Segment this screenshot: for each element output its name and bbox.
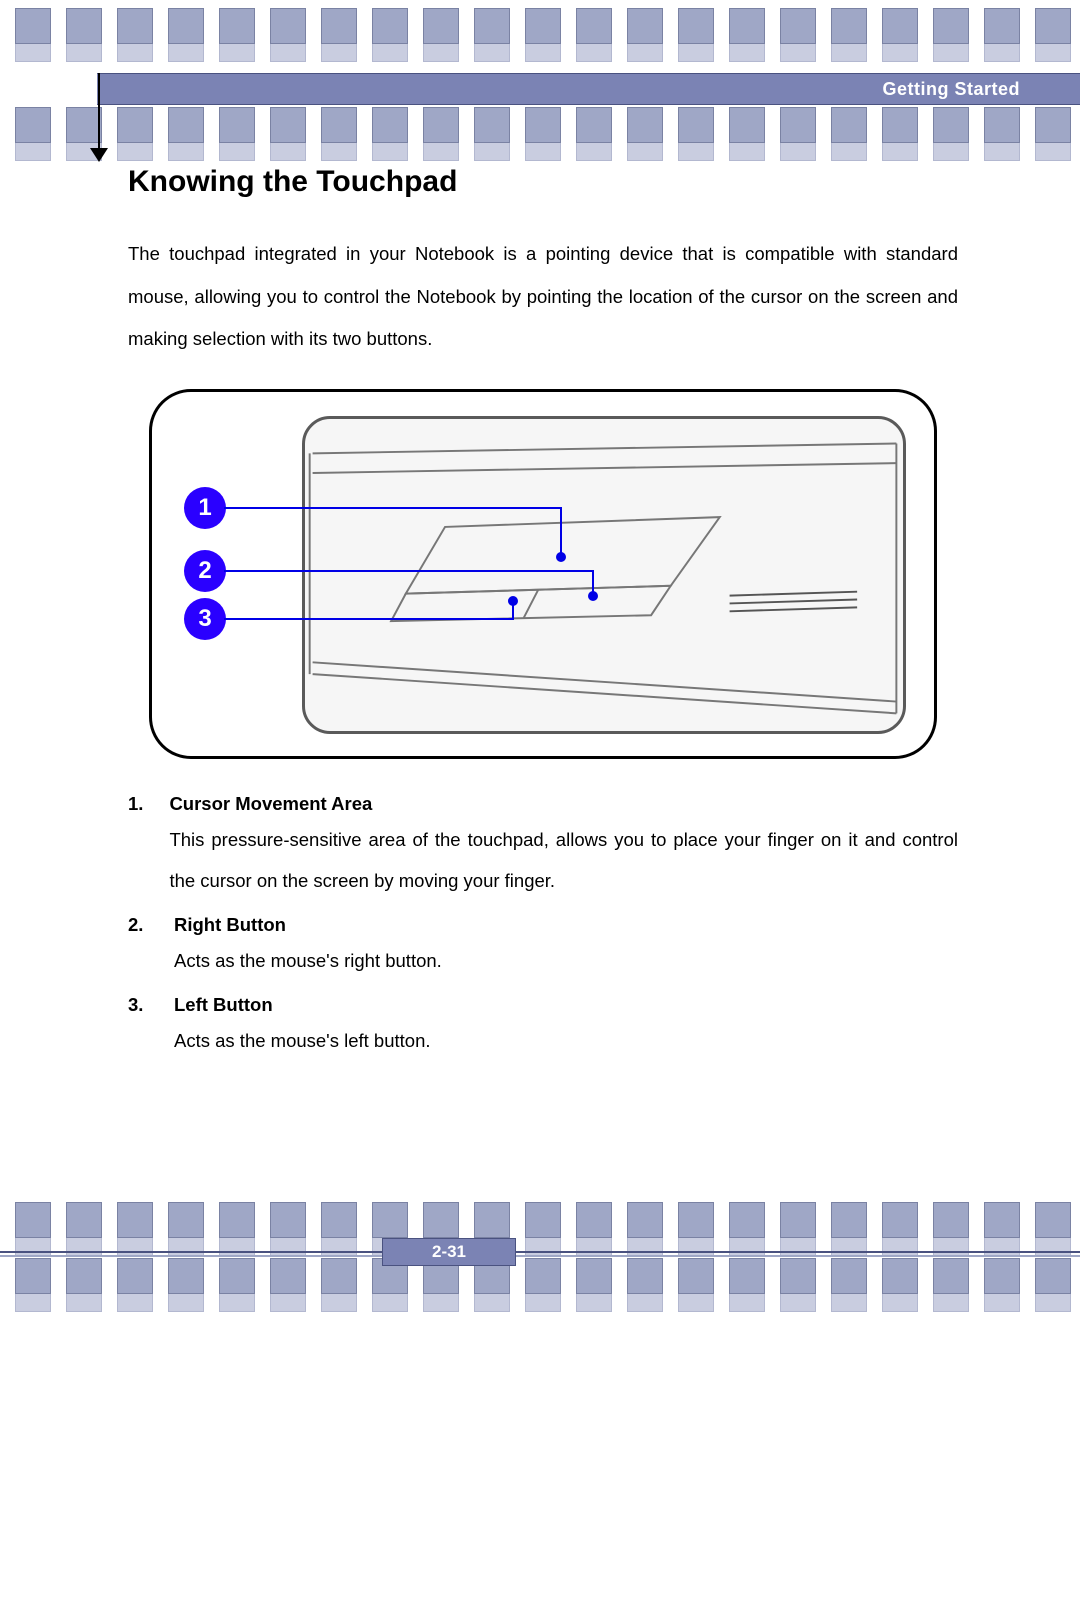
page-number: 2-31	[432, 1242, 466, 1262]
decor-pattern	[0, 8, 1080, 44]
list-number: 1.	[128, 793, 143, 902]
page-number-badge: 2-31	[382, 1238, 516, 1266]
leader-line-3	[224, 618, 514, 620]
list-item-text: Acts as the mouse's right button.	[174, 940, 442, 982]
leader-line-2	[224, 570, 594, 572]
leader-dot-1	[556, 552, 566, 562]
list-number: 3.	[128, 994, 148, 1062]
decor-pattern	[0, 1258, 1080, 1294]
touchpad-diagram: 1 2 3	[149, 389, 937, 759]
list-item-text: Acts as the mouse's left button.	[174, 1020, 431, 1062]
list-item-title: Left Button	[174, 994, 431, 1016]
list-item-title: Cursor Movement Area	[169, 793, 958, 815]
diagram-callout-3: 3	[184, 598, 226, 640]
leader-line-1v	[560, 507, 562, 555]
decor-pattern	[0, 1202, 1080, 1238]
list-number: 2.	[128, 914, 148, 982]
leader-dot-2	[588, 591, 598, 601]
list-item-title: Right Button	[174, 914, 442, 936]
laptop-illustration	[302, 416, 906, 734]
list-item: 1. Cursor Movement Area This pressure-se…	[128, 793, 958, 902]
arrow-stem	[98, 73, 100, 151]
section-header-bar: Getting Started	[97, 73, 1080, 105]
intro-paragraph: The touchpad integrated in your Notebook…	[128, 233, 958, 361]
decor-pattern	[0, 107, 1080, 143]
page-content: Knowing the Touchpad The touchpad integr…	[128, 165, 958, 1073]
page-title: Knowing the Touchpad	[128, 165, 958, 199]
list-item-text: This pressure-sensitive area of the touc…	[169, 819, 958, 902]
laptop-svg	[305, 419, 903, 731]
legend-list: 1. Cursor Movement Area This pressure-se…	[128, 793, 958, 1062]
arrow-down-icon	[90, 148, 108, 162]
footer-rule	[0, 1251, 1080, 1253]
list-item: 3. Left Button Acts as the mouse's left …	[128, 994, 958, 1062]
diagram-callout-1: 1	[184, 487, 226, 529]
leader-dot-3	[508, 596, 518, 606]
section-header-label: Getting Started	[882, 79, 1020, 100]
diagram-callout-2: 2	[184, 550, 226, 592]
list-item: 2. Right Button Acts as the mouse's righ…	[128, 914, 958, 982]
footer-rule	[0, 1255, 1080, 1257]
leader-line-1	[224, 507, 562, 509]
